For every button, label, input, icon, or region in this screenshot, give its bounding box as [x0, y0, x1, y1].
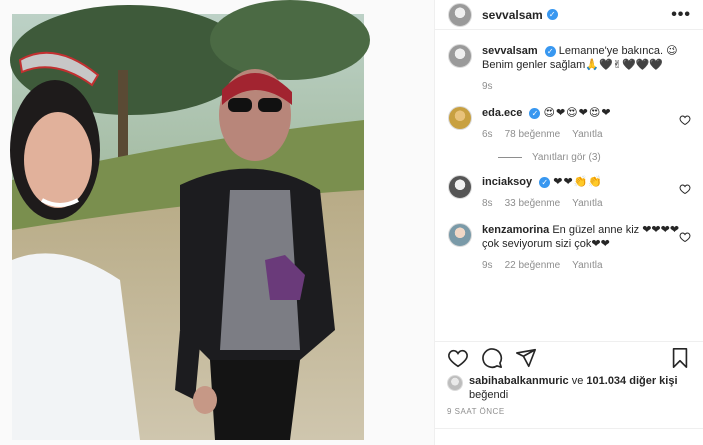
post-author-username[interactable]: sevvalsam [482, 8, 543, 22]
comment-likes[interactable]: 78 beğenme [505, 128, 561, 142]
comment-username[interactable]: inciaksoy [482, 176, 532, 188]
avatar[interactable] [448, 223, 472, 247]
avatar[interactable] [447, 375, 463, 391]
verified-badge-icon: ✓ [544, 46, 556, 57]
view-replies-button[interactable]: Yanıtları gör (3) [498, 152, 691, 163]
view-replies-label: Yanıtları gör (3) [532, 152, 601, 163]
action-bar [435, 341, 703, 373]
avatar[interactable] [448, 2, 472, 27]
comment-icon[interactable] [481, 347, 503, 369]
bookmark-icon[interactable] [669, 347, 691, 369]
more-icon[interactable]: ••• [671, 6, 691, 24]
comment-likes[interactable]: 22 beğenme [505, 259, 561, 273]
post-image [0, 0, 434, 445]
heart-icon[interactable] [679, 183, 691, 195]
caption-text-line2: Benim genler sağlam🙏🖤✌🖤🖤🖤 [482, 59, 664, 71]
add-comment-area [435, 428, 703, 445]
heart-icon[interactable] [679, 231, 691, 243]
comment-text: 😍❤😍❤😍❤ [543, 107, 612, 119]
caption: sevvalsam ✓ Lemanne'ye bakınca. 😉 Benim … [448, 44, 691, 94]
reply-button[interactable]: Yanıtla [572, 128, 602, 142]
heart-icon[interactable] [679, 114, 691, 126]
verified-badge-icon: ✓ [539, 177, 551, 188]
comment-likes[interactable]: 33 beğenme [505, 197, 561, 211]
likes-summary: sabihabalkanmuric ve 101.034 diğer kişi … [447, 374, 691, 402]
likes-suffix: beğendi [469, 389, 509, 401]
comment-text: ❤❤👏👏 [553, 176, 604, 188]
post-header: sevvalsam ✓ ••• [435, 0, 703, 30]
caption-time: 9s [482, 81, 493, 92]
comment-time: 8s [482, 198, 493, 209]
avatar[interactable] [448, 175, 472, 199]
list-item: kenzamorina En güzel anne kiz ❤❤❤❤ çok s… [448, 223, 691, 273]
caption-text-line1: Lemanne'ye bakınca. 😉 [558, 45, 678, 57]
list-item: inciaksoy ✓ ❤❤👏👏 8s 33 beğenme Yanıtla [448, 175, 691, 211]
verified-badge-icon: ✓ [529, 108, 541, 119]
share-icon[interactable] [515, 347, 537, 369]
replies-divider [498, 157, 522, 158]
likes-connector: ve [571, 375, 584, 387]
reply-button[interactable]: Yanıtla [572, 197, 602, 211]
post-photo[interactable] [0, 0, 434, 445]
verified-badge-icon: ✓ [546, 9, 558, 20]
comments-list: sevvalsam ✓ Lemanne'ye bakınca. 😉 Benim … [435, 44, 703, 340]
comment-time: 6s [482, 129, 493, 140]
likes-count[interactable]: 101.034 diğer kişi [586, 375, 677, 387]
post-timestamp[interactable]: 9 SAAT ÖNCE [447, 407, 505, 416]
reply-button[interactable]: Yanıtla [572, 259, 602, 273]
comment-username[interactable]: eda.ece [482, 107, 522, 119]
list-item: eda.ece ✓ 😍❤😍❤😍❤ 6s 78 beğenme Yanıtla [448, 106, 691, 142]
comment-time: 9s [482, 260, 493, 271]
post-side-panel: sevvalsam ✓ ••• sevvalsam ✓ Lemanne'ye b… [434, 0, 703, 445]
avatar[interactable] [448, 106, 472, 130]
liked-by-username[interactable]: sabihabalkanmuric [469, 375, 569, 387]
heart-icon[interactable] [447, 347, 469, 369]
comment-username[interactable]: kenzamorina [482, 224, 549, 236]
caption-username[interactable]: sevvalsam [482, 45, 538, 57]
avatar[interactable] [448, 44, 472, 68]
